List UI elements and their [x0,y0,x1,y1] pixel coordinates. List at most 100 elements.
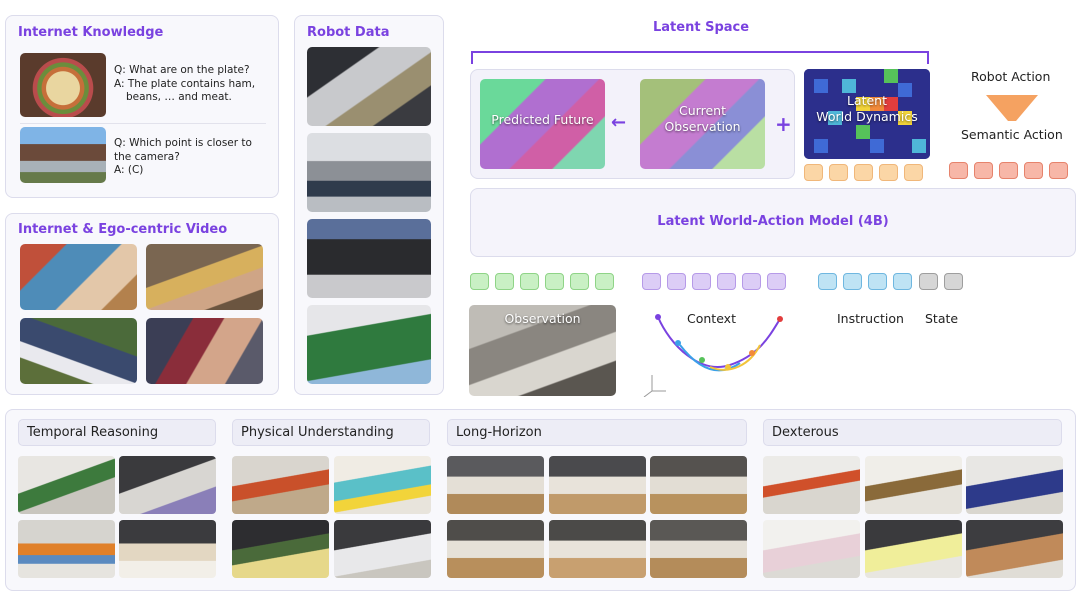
dexterous-thumb [865,520,962,578]
qa2-answer: A: (C) [114,164,144,176]
latent-token [879,164,898,181]
observation-label: Observation [504,311,581,326]
latent-token [904,164,923,181]
long-horizon-thumb [549,520,646,578]
robot-data-image-3 [307,219,431,298]
action-token [949,162,968,179]
physical-thumb [232,456,329,514]
qa2-question-line2: the camera? [114,150,180,163]
observation-token [495,273,514,290]
instruction-label: Instruction [837,311,904,326]
food-plate-image [20,53,106,117]
dexterous-thumb [865,456,962,514]
long-horizon-thumb [447,520,544,578]
context-token [767,273,786,290]
context-tokens [642,273,786,290]
robot-data-image-1 [307,47,431,126]
observation-token [570,273,589,290]
house-car-image [20,127,106,183]
instruction-token [843,273,862,290]
action-token [999,162,1018,179]
qa-block-2: Q: Which point is closer to the camera? … [114,137,252,178]
category-header-temporal-reasoning: Temporal Reasoning [18,419,216,446]
observation-image: Observation [469,305,616,396]
predicted-future-label: Predicted Future [491,112,594,127]
robot-data-image-4 [307,305,431,384]
robot-data-image-2 [307,133,431,212]
robot-data-title: Robot Data [307,25,390,40]
qa2-question-line1: Q: Which point is closer to [114,137,252,149]
instruction-token [818,273,837,290]
current-observation-image: Current Observation [640,79,765,169]
ego-video-title: Internet & Ego-centric Video [18,222,228,237]
latent-token [829,164,848,181]
long-horizon-thumb [650,520,747,578]
qa-divider [20,123,266,124]
semantic-action-label: Semantic Action [961,127,1063,142]
physical-thumb [334,520,431,578]
left-arrow-icon: ← [611,112,627,133]
dexterous-thumb [966,456,1063,514]
observation-token [545,273,564,290]
qa-block-1: Q: What are on the plate? A: The plate c… [114,64,255,105]
action-token [1024,162,1043,179]
latent-world-dynamics-heatmap: Latent World Dynamics [804,69,930,159]
context-token [742,273,761,290]
ego-video-image-3 [20,318,137,384]
current-observation-label-1: Current [679,103,726,118]
funnel-icon [986,95,1038,121]
instruction-token [868,273,887,290]
state-tokens [919,273,963,290]
context-token [692,273,711,290]
physical-thumb [232,520,329,578]
long-horizon-thumb [650,456,747,514]
plus-icon: + [775,112,792,136]
temporal-thumb [119,456,216,514]
physical-thumb [334,456,431,514]
dexterous-thumb [763,456,860,514]
observation-token [470,273,489,290]
context-token [717,273,736,290]
ego-video-image-4 [146,318,263,384]
current-observation-label-2: Observation [664,119,741,134]
dexterous-thumb [763,520,860,578]
temporal-thumb [18,456,115,514]
model-label: Latent World-Action Model (4B) [657,214,889,229]
latent-token [804,164,823,181]
latent-dynamics-label-1: Latent [846,93,888,108]
predicted-future-image: Predicted Future [480,79,605,169]
action-tokens [949,162,1068,179]
context-token [667,273,686,290]
qa1-answer-line1: A: The plate contains ham, [114,77,256,90]
observation-token [595,273,614,290]
latent-space-title: Latent Space [653,20,750,35]
robot-action-label: Robot Action [971,69,1051,84]
instruction-token [893,273,912,290]
temporal-thumb [119,520,216,578]
observation-tokens [470,273,614,290]
category-header-long-horizon: Long-Horizon [447,419,747,446]
ego-video-image-2 [146,244,263,310]
latent-dynamics-tokens [804,164,923,181]
long-horizon-thumb [447,456,544,514]
ego-video-image-1 [20,244,137,310]
long-horizon-thumb [549,456,646,514]
state-token [919,273,938,290]
instruction-tokens [818,273,912,290]
context-token [642,273,661,290]
internet-knowledge-title: Internet Knowledge [18,25,164,40]
observation-token [520,273,539,290]
action-token [1049,162,1068,179]
temporal-thumb [18,520,115,578]
qa1-answer-line2: beans, … and meat. [126,91,232,103]
context-label: Context [687,311,736,326]
category-header-physical-understanding: Physical Understanding [232,419,430,446]
qa1-question: Q: What are on the plate? [114,64,250,76]
dexterous-thumb [966,520,1063,578]
latent-dynamics-label-2: World Dynamics [816,109,918,124]
state-label: State [925,311,959,326]
category-header-dexterous: Dexterous [763,419,1062,446]
action-token [974,162,993,179]
latent-token [854,164,873,181]
state-token [944,273,963,290]
